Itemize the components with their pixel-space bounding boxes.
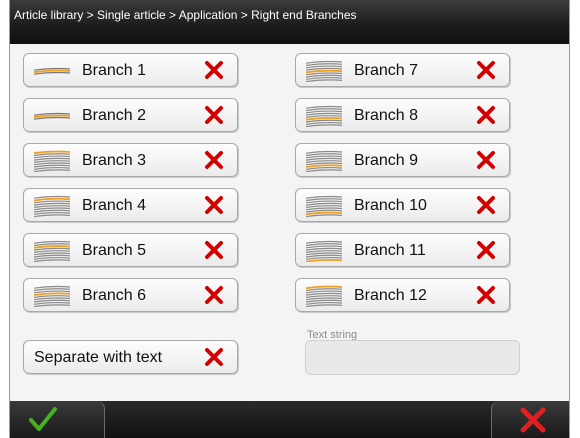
branch-pattern-icon [33,195,71,217]
branch-label: Branch 8 [354,107,419,124]
branch-button-4[interactable]: Branch 4 [23,188,238,222]
red-x-icon[interactable] [203,284,225,306]
red-x-icon[interactable] [203,239,225,261]
red-x-icon [520,407,546,433]
branch-pattern-icon [305,240,343,262]
branch-label: Branch 6 [82,287,147,304]
branch-label: Branch 2 [82,107,147,124]
branch-label: Branch 3 [82,152,147,169]
ok-button[interactable] [10,401,105,438]
branch-pattern-icon [305,150,343,172]
red-x-icon[interactable] [475,239,497,261]
branch-button-9[interactable]: Branch 9 [295,143,510,177]
red-x-icon[interactable] [475,149,497,171]
branch-pattern-icon [33,67,71,75]
separate-with-text-label: Separate with text [34,349,163,366]
main-window: Article library > Single article > Appli… [9,0,570,438]
branch-label: Branch 11 [354,242,426,259]
branch-label: Branch 12 [354,287,427,304]
branch-button-3[interactable]: Branch 3 [23,143,238,177]
branch-pattern-icon [305,195,343,217]
branch-button-10[interactable]: Branch 10 [295,188,510,222]
branch-button-5[interactable]: Branch 5 [23,233,238,267]
cancel-button[interactable] [491,401,569,438]
red-x-icon[interactable] [203,104,225,126]
separate-with-text-button[interactable]: Separate with text [23,340,238,374]
branch-label: Branch 7 [354,62,419,79]
branch-pattern-icon [305,285,343,307]
branch-label: Branch 5 [82,242,147,259]
branch-label: Branch 9 [354,152,419,169]
green-check-icon [29,407,57,431]
branch-pattern-icon [33,112,71,120]
branch-label: Branch 10 [354,197,427,214]
breadcrumb: Article library > Single article > Appli… [14,8,357,22]
red-x-icon[interactable] [475,104,497,126]
red-x-icon[interactable] [203,59,225,81]
branch-button-11[interactable]: Branch 11 [295,233,510,267]
branch-button-8[interactable]: Branch 8 [295,98,510,132]
branch-label: Branch 1 [82,62,147,79]
red-x-icon[interactable] [475,284,497,306]
branch-label: Branch 4 [82,197,147,214]
branch-button-2[interactable]: Branch 2 [23,98,238,132]
red-x-icon[interactable] [475,194,497,216]
red-x-icon[interactable] [475,59,497,81]
bottom-bar [10,401,569,438]
branch-pattern-icon [305,105,343,127]
text-string-input[interactable] [305,340,520,375]
branch-button-1[interactable]: Branch 1 [23,53,238,87]
red-x-icon[interactable] [203,149,225,171]
branch-pattern-icon [33,240,71,262]
branch-button-6[interactable]: Branch 6 [23,278,238,312]
branch-button-7[interactable]: Branch 7 [295,53,510,87]
red-x-icon[interactable] [203,346,225,368]
red-x-icon[interactable] [203,194,225,216]
branch-pattern-icon [305,60,343,82]
branch-pattern-icon [33,150,71,172]
branch-button-12[interactable]: Branch 12 [295,278,510,312]
branch-pattern-icon [33,285,71,307]
title-bar: Article library > Single article > Appli… [10,0,569,44]
